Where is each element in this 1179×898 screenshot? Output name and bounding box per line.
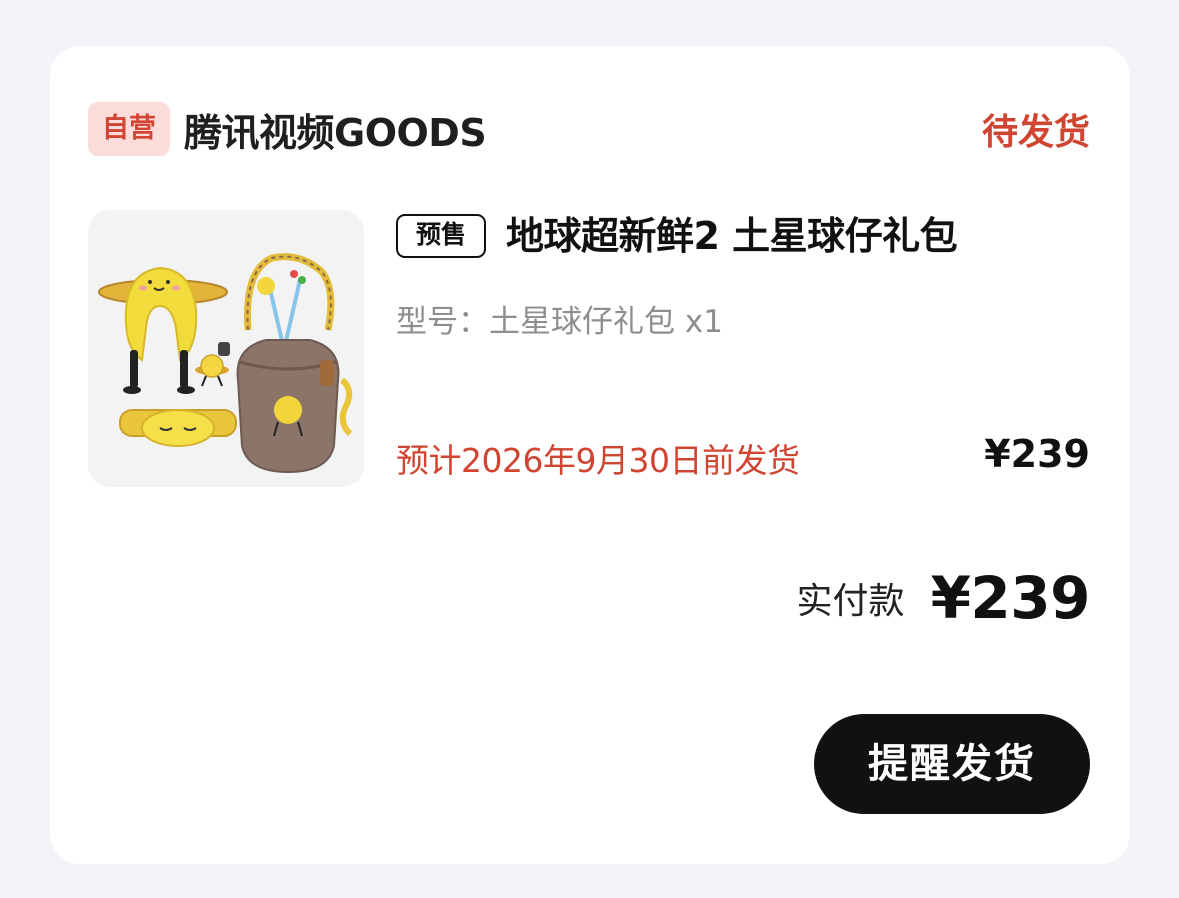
presale-tag: 预售 — [396, 214, 486, 258]
order-card[interactable]: 自营 腾讯视频GOODS 待发货 预售 地球超新鲜2 土星球仔礼包 型号：土星球… — [50, 46, 1130, 864]
order-status: 待发货 — [981, 112, 1090, 153]
total-row: 实付款 ¥239 — [796, 564, 1091, 632]
product-illustration — [98, 253, 353, 474]
self-operated-badge: 自营 — [88, 102, 170, 156]
product-image[interactable] — [88, 210, 364, 487]
product-spec: 型号：土星球仔礼包 x1 — [396, 304, 723, 340]
remind-shipping-button[interactable]: 提醒发货 — [814, 714, 1090, 814]
store-header[interactable]: 自营 腾讯视频GOODS 待发货 — [88, 102, 1090, 156]
total-label: 实付款 — [796, 581, 905, 622]
shipping-estimate: 预计2026年9月30日前发货 — [396, 441, 800, 480]
store-name[interactable]: 腾讯视频GOODS — [184, 102, 487, 157]
item-price: ¥239 — [984, 432, 1090, 476]
total-amount: ¥239 — [930, 564, 1091, 632]
product-title[interactable]: 地球超新鲜2 土星球仔礼包 — [506, 212, 958, 260]
